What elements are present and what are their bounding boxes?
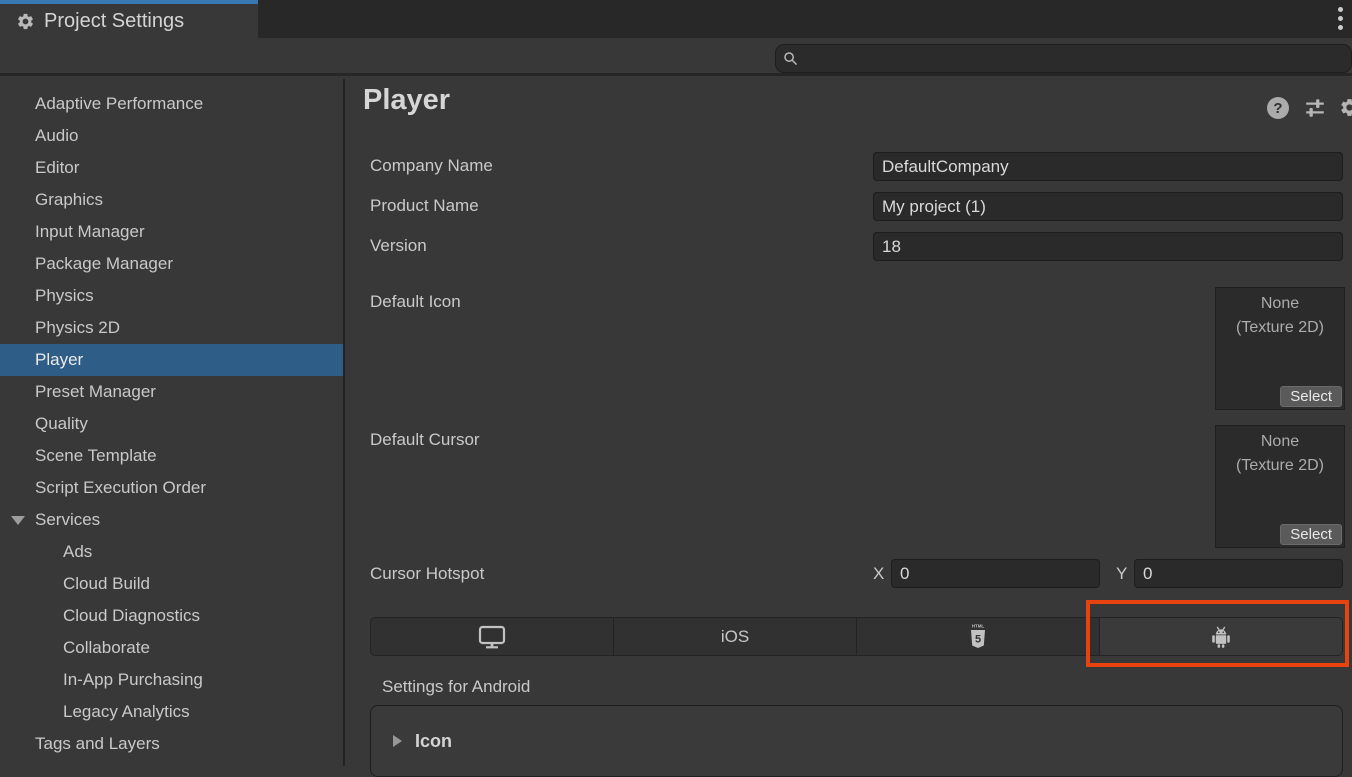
product-name-field[interactable]	[873, 192, 1343, 221]
page-title: Player	[363, 84, 450, 117]
monitor-icon	[478, 625, 506, 649]
sidebar-item-graphics[interactable]: Graphics	[0, 184, 343, 216]
default-icon-texture-field[interactable]: None (Texture 2D) Select	[1215, 287, 1345, 410]
sidebar-item-adaptive-performance[interactable]: Adaptive Performance	[0, 88, 343, 120]
sidebar-item-tags-and-layers[interactable]: Tags and Layers	[0, 728, 343, 760]
sidebar-item-audio[interactable]: Audio	[0, 120, 343, 152]
search-bar[interactable]	[775, 44, 1352, 73]
texture-none-value: None	[1216, 292, 1344, 316]
search-icon	[783, 51, 798, 66]
sidebar-item-quality[interactable]: Quality	[0, 408, 343, 440]
sidebar-item-ads[interactable]: Ads	[0, 536, 343, 568]
texture-type-value: (Texture 2D)	[1216, 454, 1344, 478]
icon-foldout-header[interactable]: Icon	[370, 705, 1343, 777]
company-name-field[interactable]	[873, 152, 1343, 181]
company-name-label: Company Name	[370, 156, 493, 176]
default-icon-select-button[interactable]: Select	[1280, 386, 1342, 407]
hotspot-x-label: X	[873, 564, 884, 584]
project-settings-tab[interactable]: Project Settings	[0, 0, 258, 38]
texture-none-value: None	[1216, 430, 1344, 454]
sidebar-item-label: Services	[35, 510, 100, 530]
settings-category-list: Adaptive Performance Audio Editor Graphi…	[0, 79, 345, 766]
texture-type-value: (Texture 2D)	[1216, 316, 1344, 340]
search-input[interactable]	[798, 50, 1351, 67]
product-name-label: Product Name	[370, 196, 479, 216]
svg-text:HTML: HTML	[972, 623, 985, 628]
gear-icon[interactable]	[1339, 97, 1352, 123]
settings-toolbar	[0, 38, 1352, 76]
sidebar-item-textmesh-pro[interactable]: TextMesh Pro	[0, 760, 343, 766]
ios-tab-label: iOS	[721, 627, 749, 647]
sidebar-item-input-manager[interactable]: Input Manager	[0, 216, 343, 248]
default-cursor-texture-field[interactable]: None (Texture 2D) Select	[1215, 425, 1345, 548]
sidebar-item-editor[interactable]: Editor	[0, 152, 343, 184]
default-cursor-label: Default Cursor	[370, 430, 480, 450]
gear-icon	[16, 12, 35, 31]
cursor-hotspot-label: Cursor Hotspot	[370, 564, 484, 584]
foldout-expanded-icon[interactable]	[11, 516, 25, 525]
sidebar-item-cloud-diagnostics[interactable]: Cloud Diagnostics	[0, 600, 343, 632]
presets-icon[interactable]	[1304, 98, 1326, 123]
html5-icon: HTML 5	[968, 623, 988, 651]
default-icon-label: Default Icon	[370, 292, 461, 312]
window-tab-strip: Project Settings	[0, 0, 1352, 38]
sidebar-item-scene-template[interactable]: Scene Template	[0, 440, 343, 472]
android-icon	[1208, 625, 1234, 649]
hotspot-y-field[interactable]	[1134, 559, 1343, 588]
sidebar-item-collaborate[interactable]: Collaborate	[0, 632, 343, 664]
unity-project-settings-window: { "window": { "tab_title": "Project Sett…	[0, 0, 1352, 766]
tab-android[interactable]	[1100, 618, 1342, 655]
sidebar-item-physics-2d[interactable]: Physics 2D	[0, 312, 343, 344]
svg-text:5: 5	[975, 633, 981, 645]
version-field[interactable]	[873, 232, 1343, 261]
sidebar-item-physics[interactable]: Physics	[0, 280, 343, 312]
window-title: Project Settings	[44, 10, 184, 33]
sidebar-item-package-manager[interactable]: Package Manager	[0, 248, 343, 280]
platform-tab-bar: iOS HTML 5	[370, 617, 1343, 656]
sidebar-item-in-app-purchasing[interactable]: In-App Purchasing	[0, 664, 343, 696]
hotspot-x-field[interactable]	[891, 559, 1100, 588]
help-icon[interactable]: ?	[1267, 97, 1289, 119]
sidebar-item-script-execution-order[interactable]: Script Execution Order	[0, 472, 343, 504]
kebab-menu-icon[interactable]	[1331, 7, 1349, 33]
foldout-collapsed-icon	[393, 735, 402, 747]
settings-for-platform-header: Settings for Android	[382, 677, 530, 697]
hotspot-y-label: Y	[1116, 564, 1127, 584]
version-label: Version	[370, 236, 427, 256]
player-settings-panel: Player ? Company Name Product Name Versi…	[345, 79, 1352, 766]
sidebar-item-player[interactable]: Player	[0, 344, 343, 376]
sidebar-item-cloud-build[interactable]: Cloud Build	[0, 568, 343, 600]
sidebar-item-services[interactable]: Services	[0, 504, 343, 536]
default-cursor-select-button[interactable]: Select	[1280, 524, 1342, 545]
tab-standalone[interactable]	[371, 618, 614, 655]
tab-ios[interactable]: iOS	[614, 618, 857, 655]
sidebar-item-preset-manager[interactable]: Preset Manager	[0, 376, 343, 408]
tab-webgl[interactable]: HTML 5	[857, 618, 1100, 655]
sidebar-item-legacy-analytics[interactable]: Legacy Analytics	[0, 696, 343, 728]
icon-foldout-label: Icon	[415, 731, 452, 752]
